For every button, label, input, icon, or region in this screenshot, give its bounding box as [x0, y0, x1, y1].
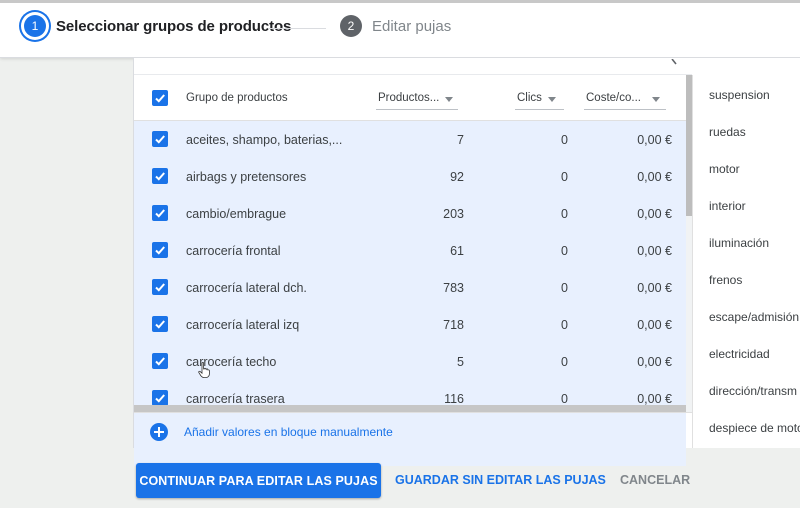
step-2-number: 2: [340, 15, 362, 37]
row-checkbox[interactable]: [152, 353, 168, 369]
row-checkbox[interactable]: [152, 131, 168, 147]
attribute-item[interactable]: escape/admisión: [709, 310, 799, 324]
cell-name: carrocería trasera: [186, 392, 285, 406]
search-icon[interactable]: [667, 56, 677, 68]
save-without-editing-button[interactable]: GUARDAR SIN EDITAR LAS PUJAS: [395, 463, 606, 498]
column-header-productos[interactable]: Productos...: [378, 92, 439, 104]
table-row[interactable]: cambio/embrague 203 0 0,00 €: [134, 195, 686, 232]
attribute-item[interactable]: despiece de motor: [709, 421, 800, 435]
cell-clics: 0: [561, 318, 568, 332]
table-row[interactable]: carrocería frontal 61 0 0,00 €: [134, 232, 686, 269]
attribute-item[interactable]: iluminación: [709, 236, 769, 250]
cell-clics: 0: [561, 392, 568, 406]
attribute-item[interactable]: motor: [709, 162, 740, 176]
column-underline: [376, 109, 458, 110]
step-1-number: 1: [24, 15, 46, 37]
cell-name: carrocería lateral izq: [186, 318, 300, 332]
step-connector: [268, 28, 326, 29]
cell-coste: 0,00 €: [637, 170, 672, 184]
cell-name: airbags y pretensores: [186, 170, 307, 184]
row-checkbox[interactable]: [152, 168, 168, 184]
column-header-name[interactable]: Grupo de productos: [186, 92, 288, 104]
cell-coste: 0,00 €: [637, 318, 672, 332]
product-group-card: Grupo de productos Productos... Clics Co…: [133, 56, 800, 466]
hand-cursor-icon: [198, 362, 210, 378]
add-values-row[interactable]: Añadir valores en bloque manualmente: [134, 412, 692, 448]
sort-arrow-icon[interactable]: [652, 97, 660, 102]
cell-clics: 0: [561, 355, 568, 369]
row-checkbox[interactable]: [152, 205, 168, 221]
attribute-item[interactable]: electricidad: [709, 347, 770, 361]
cell-productos: 5: [457, 355, 464, 369]
cell-coste: 0,00 €: [637, 281, 672, 295]
row-checkbox[interactable]: [152, 316, 168, 332]
continue-edit-bids-button[interactable]: CONTINUAR PARA EDITAR LAS PUJAS: [136, 463, 381, 498]
attribute-item[interactable]: dirección/transm: [709, 384, 797, 398]
cell-clics: 0: [561, 244, 568, 258]
row-checkbox[interactable]: [152, 242, 168, 258]
cell-coste: 0,00 €: [637, 133, 672, 147]
column-underline: [584, 109, 666, 110]
attribute-item[interactable]: ruedas: [709, 125, 746, 139]
table-row[interactable]: carrocería lateral dch. 783 0 0,00 €: [134, 269, 686, 306]
attribute-item[interactable]: interior: [709, 199, 746, 213]
table-row[interactable]: airbags y pretensores 92 0 0,00 €: [134, 158, 686, 195]
table-row[interactable]: carrocería techo 5 0 0,00 €: [134, 343, 686, 380]
step-1: 1 Seleccionar grupos de productos: [24, 15, 291, 37]
step-1-label: Seleccionar grupos de productos: [56, 17, 292, 35]
cancel-button[interactable]: CANCELAR: [620, 463, 690, 498]
step-2-label: Editar pujas: [372, 17, 452, 35]
attribute-item[interactable]: frenos: [709, 273, 742, 287]
cell-productos: 116: [444, 392, 464, 406]
cell-productos: 61: [450, 244, 464, 258]
step-2[interactable]: 2 Editar pujas: [340, 15, 451, 37]
cell-coste: 0,00 €: [637, 244, 672, 258]
column-header-coste[interactable]: Coste/co...: [586, 92, 641, 104]
table-row[interactable]: carrocería lateral izq 718 0 0,00 €: [134, 306, 686, 343]
column-underline: [515, 109, 564, 110]
table-header: Grupo de productos Productos... Clics Co…: [134, 75, 686, 121]
cell-productos: 7: [457, 133, 464, 147]
cell-clics: 0: [561, 133, 568, 147]
cell-clics: 0: [561, 281, 568, 295]
cell-name: carrocería lateral dch.: [186, 281, 307, 295]
select-all-checkbox[interactable]: [152, 90, 168, 106]
attribute-item[interactable]: suspension: [709, 88, 770, 102]
cell-name: carrocería frontal: [186, 244, 281, 258]
attribute-list: suspension ruedas motor interior ilumina…: [693, 75, 800, 448]
stepper: 1 Seleccionar grupos de productos 2 Edit…: [0, 0, 800, 58]
cell-productos: 203: [443, 207, 464, 221]
add-circle-icon[interactable]: [150, 423, 168, 441]
add-values-link[interactable]: Añadir valores en bloque manualmente: [184, 425, 393, 439]
cell-name: aceites, shampo, baterias,...: [186, 133, 343, 147]
cell-productos: 783: [443, 281, 464, 295]
table-row[interactable]: aceites, shampo, baterias,... 7 0 0,00 €: [134, 121, 686, 158]
cell-productos: 92: [450, 170, 464, 184]
sort-arrow-icon[interactable]: [548, 97, 556, 102]
cell-clics: 0: [561, 207, 568, 221]
cell-coste: 0,00 €: [637, 207, 672, 221]
cell-clics: 0: [561, 170, 568, 184]
cell-productos: 718: [443, 318, 464, 332]
row-checkbox[interactable]: [152, 390, 168, 406]
column-header-clics[interactable]: Clics: [517, 92, 542, 104]
horizontal-scrollbar[interactable]: [134, 405, 686, 412]
cell-coste: 0,00 €: [637, 392, 672, 406]
sort-arrow-icon[interactable]: [445, 97, 453, 102]
cell-coste: 0,00 €: [637, 355, 672, 369]
cell-name: cambio/embrague: [186, 207, 287, 221]
row-checkbox[interactable]: [152, 279, 168, 295]
